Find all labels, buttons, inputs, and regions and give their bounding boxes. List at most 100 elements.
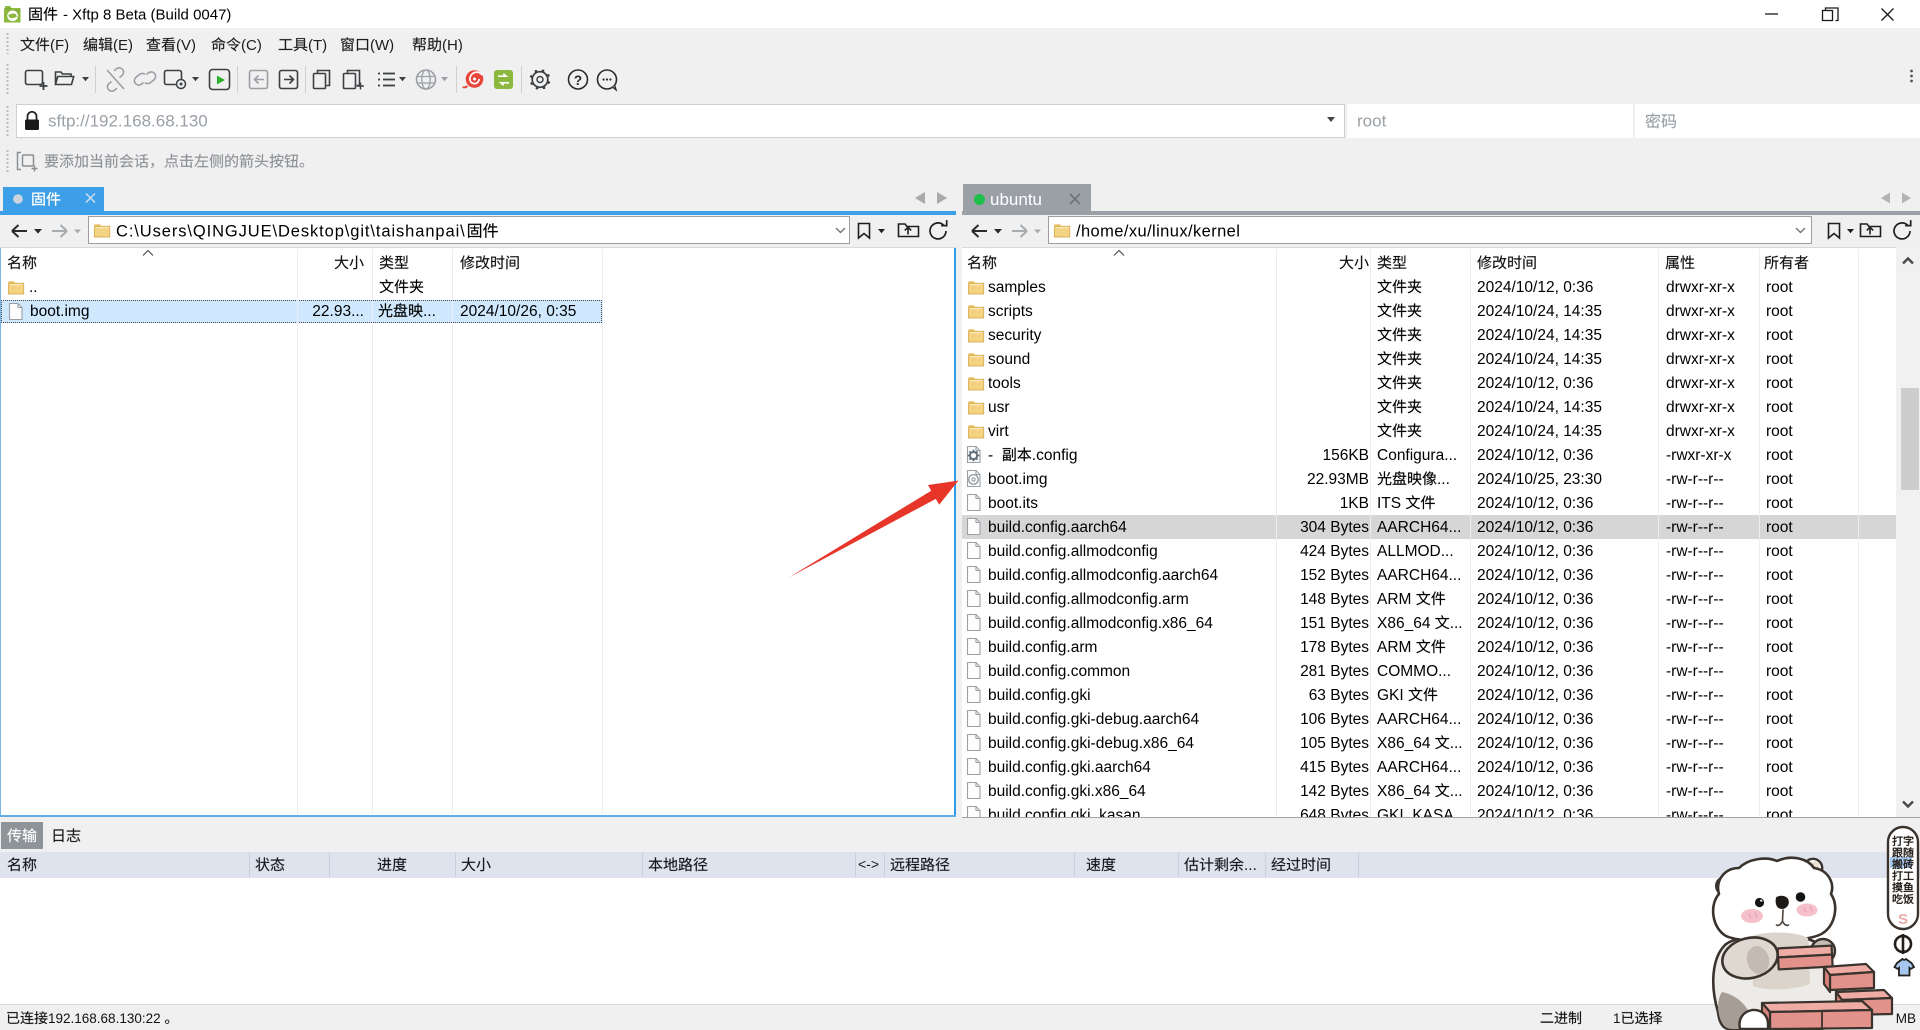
svg-text:root: root	[1766, 471, 1793, 488]
svg-text:root: root	[1766, 711, 1793, 728]
svg-text:...: ...	[1450, 783, 1463, 800]
svg-text:drwxr-xr-x: drwxr-xr-x	[1666, 303, 1735, 320]
svg-text:-rwxr-xr-x: -rwxr-xr-x	[1666, 447, 1732, 464]
svg-text:156KB: 156KB	[1322, 447, 1369, 464]
svg-text:AARCH64...: AARCH64...	[1377, 759, 1461, 776]
svg-text:2024/10/26, 0:35: 2024/10/26, 0:35	[460, 303, 576, 320]
svg-text:.config: .config	[1032, 447, 1078, 464]
svg-text:root: root	[1766, 375, 1793, 392]
svg-text:root: root	[1766, 735, 1793, 752]
svg-text:build.config.gki: build.config.gki	[988, 687, 1091, 704]
svg-text:build.config.allmodconfig.x86_: build.config.allmodconfig.x86_64	[988, 615, 1213, 632]
svg-text:-rw-r--r--: -rw-r--r--	[1666, 663, 1724, 680]
svg-text:scripts: scripts	[988, 303, 1033, 320]
svg-text:C:\Users\QINGJUE\Desktop\git\t: C:\Users\QINGJUE\Desktop\git\taishanpai\	[116, 223, 466, 241]
svg-text:-rw-r--r--: -rw-r--r--	[1666, 735, 1724, 752]
svg-text:(C): (C)	[241, 37, 262, 54]
svg-text:304 Bytes: 304 Bytes	[1300, 519, 1369, 536]
svg-text:build.config.allmodconfig.arm: build.config.allmodconfig.arm	[988, 591, 1189, 608]
svg-text:root: root	[1766, 351, 1793, 368]
svg-text:root: root	[1766, 327, 1793, 344]
svg-text:root: root	[1766, 807, 1793, 824]
svg-text:2024/10/12, 0:36: 2024/10/12, 0:36	[1477, 375, 1593, 392]
svg-text:2024/10/12, 0:36: 2024/10/12, 0:36	[1477, 567, 1593, 584]
svg-text:-rw-r--r--: -rw-r--r--	[1666, 711, 1724, 728]
svg-text:build.config.common: build.config.common	[988, 663, 1130, 680]
svg-text:boot.img: boot.img	[30, 303, 89, 320]
svg-text:-rw-r--r--: -rw-r--r--	[1666, 783, 1724, 800]
svg-text:root: root	[1766, 399, 1793, 416]
svg-text:GKI_KASA...: GKI_KASA...	[1377, 807, 1467, 824]
svg-text:2024/10/12, 0:36: 2024/10/12, 0:36	[1477, 495, 1593, 512]
svg-text:?: ?	[574, 73, 582, 88]
svg-text:152 Bytes: 152 Bytes	[1300, 567, 1369, 584]
svg-text:63 Bytes: 63 Bytes	[1309, 687, 1370, 704]
svg-text:2024/10/24, 14:35: 2024/10/24, 14:35	[1477, 423, 1602, 440]
svg-text:2024/10/12, 0:36: 2024/10/12, 0:36	[1477, 759, 1593, 776]
svg-text:-rw-r--r--: -rw-r--r--	[1666, 687, 1724, 704]
svg-text:GKI: GKI	[1377, 687, 1404, 704]
svg-text:virt: virt	[988, 423, 1009, 440]
svg-text:...: ...	[1450, 735, 1463, 752]
svg-text:X86_64: X86_64	[1377, 735, 1431, 752]
svg-text:root: root	[1766, 423, 1793, 440]
svg-text:2024/10/12, 0:36: 2024/10/12, 0:36	[1477, 543, 1593, 560]
svg-text:drwxr-xr-x: drwxr-xr-x	[1666, 279, 1735, 296]
svg-text:106 Bytes: 106 Bytes	[1300, 711, 1369, 728]
svg-text:178 Bytes: 178 Bytes	[1300, 639, 1369, 656]
svg-text:AARCH64...: AARCH64...	[1377, 711, 1461, 728]
svg-text:root: root	[1766, 759, 1793, 776]
svg-text:2024/10/12, 0:36: 2024/10/12, 0:36	[1477, 279, 1593, 296]
svg-text:2024/10/24, 14:35: 2024/10/24, 14:35	[1477, 399, 1602, 416]
svg-text:build.config.gki.aarch64: build.config.gki.aarch64	[988, 759, 1151, 776]
svg-text:ITS: ITS	[1377, 495, 1401, 512]
svg-text:build.config.allmodconfig: build.config.allmodconfig	[988, 543, 1158, 560]
svg-text:2024/10/24, 14:35: 2024/10/24, 14:35	[1477, 327, 1602, 344]
svg-text:-: -	[988, 447, 993, 464]
svg-text:..: ..	[29, 279, 38, 296]
svg-text:Configura...: Configura...	[1377, 447, 1457, 464]
svg-text:security: security	[988, 327, 1042, 344]
svg-text:- Xftp 8 Beta (Build 0047): - Xftp 8 Beta (Build 0047)	[63, 7, 231, 24]
svg-text:build.config.arm: build.config.arm	[988, 639, 1097, 656]
svg-text:build.config.gki.x86_64: build.config.gki.x86_64	[988, 783, 1146, 800]
svg-text:tools: tools	[988, 375, 1021, 392]
svg-text:COMMO...: COMMO...	[1377, 663, 1451, 680]
svg-text:drwxr-xr-x: drwxr-xr-x	[1666, 375, 1735, 392]
svg-text:root: root	[1766, 447, 1793, 464]
svg-text:samples: samples	[988, 279, 1046, 296]
svg-text:ARM: ARM	[1377, 591, 1411, 608]
svg-text:<->: <->	[858, 856, 879, 872]
svg-text:151 Bytes: 151 Bytes	[1300, 615, 1369, 632]
svg-text:-rw-r--r--: -rw-r--r--	[1666, 807, 1724, 824]
svg-text:2024/10/12, 0:36: 2024/10/12, 0:36	[1477, 639, 1593, 656]
svg-text:2024/10/25, 23:30: 2024/10/25, 23:30	[1477, 471, 1602, 488]
svg-text:415 Bytes: 415 Bytes	[1300, 759, 1369, 776]
svg-text:-rw-r--r--: -rw-r--r--	[1666, 543, 1724, 560]
svg-text:root: root	[1766, 663, 1793, 680]
svg-text:2024/10/24, 14:35: 2024/10/24, 14:35	[1477, 351, 1602, 368]
svg-text:2024/10/12, 0:36: 2024/10/12, 0:36	[1477, 735, 1593, 752]
svg-text:sftp://192.168.68.130: sftp://192.168.68.130	[48, 112, 208, 131]
svg-text:...: ...	[1450, 615, 1463, 632]
svg-text:AARCH64...: AARCH64...	[1377, 567, 1461, 584]
svg-text:root: root	[1766, 303, 1793, 320]
svg-text:-rw-r--r--: -rw-r--r--	[1666, 591, 1724, 608]
svg-text:2024/10/12, 0:36: 2024/10/12, 0:36	[1477, 447, 1593, 464]
svg-text:(V): (V)	[176, 37, 196, 54]
svg-text:root: root	[1766, 279, 1793, 296]
svg-text:ubuntu: ubuntu	[990, 190, 1042, 209]
svg-text:root: root	[1766, 687, 1793, 704]
svg-text:142 Bytes: 142 Bytes	[1300, 783, 1369, 800]
svg-text:root: root	[1766, 567, 1793, 584]
svg-text:-rw-r--r--: -rw-r--r--	[1666, 567, 1724, 584]
svg-text:22.93MB: 22.93MB	[1307, 471, 1369, 488]
svg-text:...: ...	[1244, 857, 1257, 874]
svg-text:2024/10/12, 0:36: 2024/10/12, 0:36	[1477, 591, 1593, 608]
svg-text:-rw-r--r--: -rw-r--r--	[1666, 615, 1724, 632]
svg-text:usr: usr	[988, 399, 1010, 416]
svg-text:192.168.68.130:22: 192.168.68.130:22	[48, 1011, 161, 1026]
svg-text:(E): (E)	[113, 37, 133, 54]
svg-text:build.config.gki-debug.x86_64: build.config.gki-debug.x86_64	[988, 735, 1194, 752]
svg-text:root: root	[1766, 783, 1793, 800]
